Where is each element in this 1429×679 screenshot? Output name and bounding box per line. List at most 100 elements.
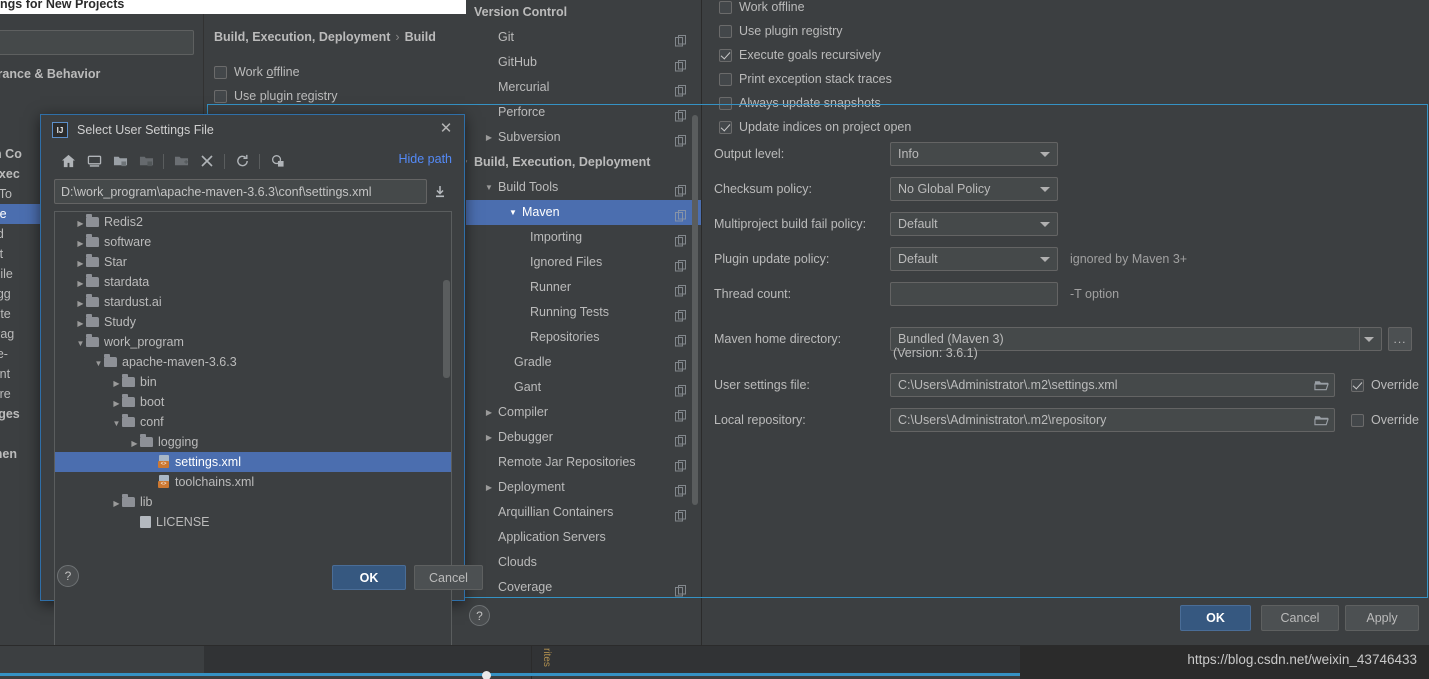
file-tree-row[interactable]: ▶ Redis2 <box>55 212 451 232</box>
file-tree-row[interactable]: ▶ stardust.ai <box>55 292 451 312</box>
nav-item-gant[interactable]: Gant <box>466 375 701 400</box>
chooser-cancel-button[interactable]: Cancel <box>414 565 483 590</box>
maven-checkbox-row-5[interactable]: Update indices on project open <box>719 115 911 139</box>
checkbox-work-offline-behind[interactable] <box>214 65 227 79</box>
chevron-right-icon[interactable]: ▶ <box>111 374 122 394</box>
breadcrumb-part-2[interactable]: Build <box>405 30 436 44</box>
chevron-down-icon[interactable]: ▼ <box>75 334 86 354</box>
file-tree-row[interactable]: ▶ bin <box>55 372 451 392</box>
file-tree-row[interactable]: LICENSE <box>55 512 451 532</box>
nav-item-version-control[interactable]: Version Control <box>466 0 701 25</box>
cancel-button[interactable]: Cancel <box>1261 605 1339 631</box>
maven-checkbox-row-4[interactable]: Always update snapshots <box>719 91 911 115</box>
chevron-right-icon[interactable]: ▶ <box>75 314 86 334</box>
delete-icon[interactable] <box>194 150 220 172</box>
copy-settings-icon[interactable] <box>675 356 687 372</box>
maven-checkbox-row-2[interactable]: Execute goals recursively <box>719 43 911 67</box>
chevron-right-icon[interactable]: ▶ <box>484 475 494 500</box>
maven-checkbox-row-0[interactable]: Work offline <box>719 0 911 19</box>
file-tree-row[interactable]: ▶ boot <box>55 392 451 412</box>
chevron-right-icon[interactable]: ▶ <box>75 274 86 294</box>
input-local-repository[interactable]: C:\Users\Administrator\.m2\repository <box>890 408 1335 432</box>
folder-open-icon[interactable] <box>1314 413 1329 427</box>
nav-item-application-servers[interactable]: Application Servers <box>466 525 701 550</box>
file-tree-row[interactable]: ▼ work_program <box>55 332 451 352</box>
copy-settings-icon[interactable] <box>675 406 687 422</box>
override-user-settings-row[interactable]: Override <box>1351 378 1419 392</box>
project-dir-icon[interactable] <box>107 150 133 172</box>
nav-item-remote-jar-repositories[interactable]: Remote Jar Repositories <box>466 450 701 475</box>
nav-item-importing[interactable]: Importing <box>466 225 701 250</box>
checkbox-row-work-offline-behind[interactable]: Work offline <box>214 60 338 84</box>
copy-settings-icon[interactable] <box>675 181 687 197</box>
combo-plugin-update-policy[interactable]: Default <box>890 247 1058 271</box>
chevron-right-icon[interactable]: ▶ <box>75 234 86 254</box>
file-tree-row[interactable]: ▶ stardata <box>55 272 451 292</box>
hide-path-link[interactable]: Hide path <box>398 152 452 166</box>
file-tree-row[interactable]: ▶ logging <box>55 432 451 452</box>
desktop-icon[interactable] <box>81 150 107 172</box>
close-icon[interactable]: ✕ <box>438 121 454 138</box>
copy-settings-icon[interactable] <box>675 131 687 147</box>
nav-item-clouds[interactable]: Clouds <box>466 550 701 575</box>
input-thread-count[interactable] <box>890 282 1058 306</box>
checkbox-execute-goals-recursively[interactable] <box>719 48 732 62</box>
sidebar-item-0[interactable]: pearance & Behavior <box>0 64 203 84</box>
chevron-right-icon[interactable]: ▶ <box>129 434 140 454</box>
nav-item-build-execution-deployment[interactable]: ▼ Build, Execution, Deployment <box>466 150 701 175</box>
checkbox-work-offline[interactable] <box>719 0 732 14</box>
copy-settings-icon[interactable] <box>675 431 687 447</box>
nav-item-runner[interactable]: Runner <box>466 275 701 300</box>
chevron-down-icon[interactable]: ▼ <box>111 414 122 434</box>
breadcrumb-part-1[interactable]: Build, Execution, Deployment <box>214 30 390 44</box>
help-button[interactable]: ? <box>469 605 490 626</box>
copy-settings-icon[interactable] <box>675 56 687 72</box>
chevron-down-icon[interactable]: ▼ <box>93 354 104 374</box>
sidebar-item-1[interactable]: map <box>0 84 203 104</box>
nav-item-gradle[interactable]: Gradle <box>466 350 701 375</box>
checkbox-override-user-settings[interactable] <box>1351 378 1364 392</box>
copy-settings-icon[interactable] <box>675 231 687 247</box>
file-tree-row[interactable]: toolchains.xml <box>55 472 451 492</box>
nav-item-build-tools[interactable]: ▼ Build Tools <box>466 175 701 200</box>
input-user-settings-file[interactable]: C:\Users\Administrator\.m2\settings.xml <box>890 373 1335 397</box>
refresh-icon[interactable] <box>229 150 255 172</box>
nav-tree-scrollbar[interactable] <box>692 115 698 505</box>
checkbox-use-plugin-registry[interactable] <box>719 24 732 38</box>
chooser-ok-button[interactable]: OK <box>332 565 406 590</box>
combo-multiproject-fail-policy[interactable]: Default <box>890 212 1058 236</box>
show-hidden-icon[interactable] <box>264 150 290 172</box>
checkbox-update-indices-on-project-open[interactable] <box>719 120 732 134</box>
combo-checksum-policy[interactable]: No Global Policy <box>890 177 1058 201</box>
chevron-right-icon[interactable]: ▶ <box>484 400 494 425</box>
copy-settings-icon[interactable] <box>675 81 687 97</box>
chevron-down-icon[interactable]: ▼ <box>466 150 470 175</box>
file-tree-row[interactable]: ▶ Study <box>55 312 451 332</box>
nav-item-arquillian-containers[interactable]: Arquillian Containers <box>466 500 701 525</box>
file-tree-row[interactable]: ▼ apache-maven-3.6.3 <box>55 352 451 372</box>
file-tree-row[interactable]: ▼ conf <box>55 412 451 432</box>
nav-item-debugger[interactable]: ▶ Debugger <box>466 425 701 450</box>
chevron-right-icon[interactable]: ▶ <box>111 394 122 414</box>
copy-settings-icon[interactable] <box>675 581 687 597</box>
copy-settings-icon[interactable] <box>675 306 687 322</box>
file-tree-row[interactable]: ▶ Star <box>55 252 451 272</box>
checkbox-use-plugin-registry-behind[interactable] <box>214 89 227 103</box>
nav-item-ignored-files[interactable]: Ignored Files <box>466 250 701 275</box>
chooser-help-button[interactable]: ? <box>57 565 79 587</box>
progress-knob[interactable] <box>482 671 491 679</box>
nav-item-subversion[interactable]: ▶ Subversion <box>466 125 701 150</box>
maven-checkbox-row-1[interactable]: Use plugin registry <box>719 19 911 43</box>
file-tree-row[interactable]: ▶ lib <box>55 492 451 512</box>
checkbox-override-local-repository[interactable] <box>1351 413 1364 427</box>
copy-settings-icon[interactable] <box>675 106 687 122</box>
apply-button[interactable]: Apply <box>1345 605 1419 631</box>
chevron-right-icon[interactable]: ▶ <box>484 425 494 450</box>
nav-item-running-tests[interactable]: Running Tests <box>466 300 701 325</box>
copy-settings-icon[interactable] <box>675 206 687 222</box>
nav-item-repositories[interactable]: Repositories <box>466 325 701 350</box>
nav-item-mercurial[interactable]: Mercurial <box>466 75 701 100</box>
copy-settings-icon[interactable] <box>675 281 687 297</box>
settings-search-input[interactable] <box>0 30 194 55</box>
copy-settings-icon[interactable] <box>675 31 687 47</box>
